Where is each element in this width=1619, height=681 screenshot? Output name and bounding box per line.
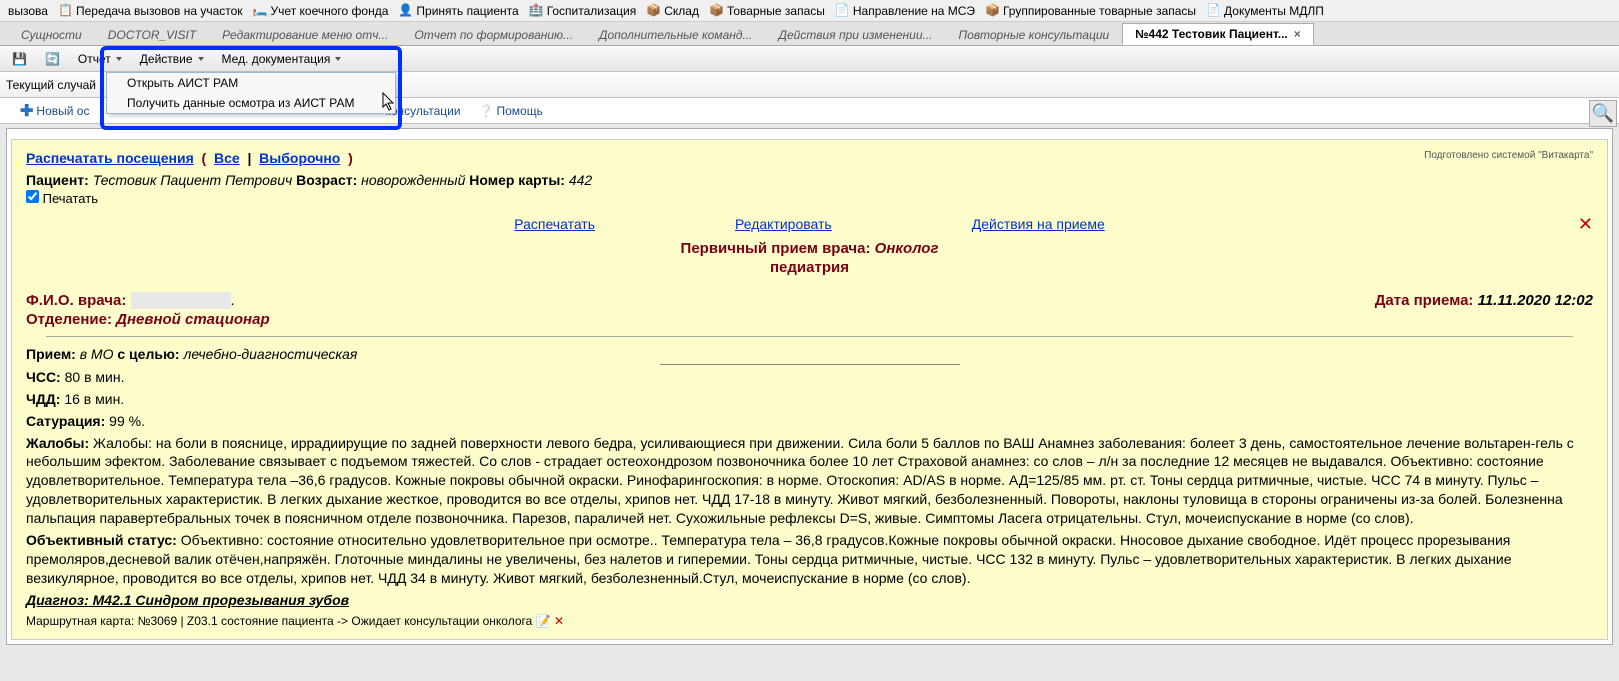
action-dropdown-panel: Открыть АИСТ РАМ Получить данные осмотра… xyxy=(106,72,396,114)
visit-body: Прием: в МО с целью: лечебно-диагностиче… xyxy=(26,345,1593,629)
top-toolbar: вызова 📋Передача вызовов на участок 🛏️Уч… xyxy=(0,0,1619,22)
print-checkbox[interactable] xyxy=(26,190,39,203)
document-area: Подготовлено системой "Витакарта" Распеч… xyxy=(6,128,1613,645)
menu-call[interactable]: вызова xyxy=(4,3,52,19)
selective-link[interactable]: Выборочно xyxy=(259,150,340,166)
menu-accept-patient[interactable]: 👤Принять пациента xyxy=(394,2,522,20)
edit-link[interactable]: Редактировать xyxy=(735,216,832,232)
menu-store[interactable]: 📦Склад xyxy=(642,2,703,20)
plus-icon: ✚ xyxy=(20,101,33,121)
menu-hospitalization[interactable]: 🏥Госпитализация xyxy=(525,2,641,20)
current-case-label: Текущий случай xyxy=(6,78,96,92)
doc-subtitle: педиатрия xyxy=(26,259,1593,276)
print-visits-link[interactable]: Распечатать посещения xyxy=(26,150,194,166)
print-link[interactable]: Распечатать xyxy=(514,216,595,232)
help-icon: ❔ xyxy=(479,104,494,118)
dept-row: Отделение: Дневной стационар xyxy=(26,311,1593,328)
dropdown-open-aist[interactable]: Открыть АИСТ РАМ xyxy=(107,73,395,93)
document-content: Подготовлено системой "Витакарта" Распеч… xyxy=(11,139,1608,640)
route-edit-icon[interactable]: 📝 xyxy=(536,614,551,628)
doc-title: Первичный прием врача: Онколог xyxy=(26,240,1593,257)
tab-doctor-visit[interactable]: DOCTOR_VISIT xyxy=(95,24,209,45)
top-links: Распечатать посещения ( Все | Выборочно … xyxy=(26,150,1593,166)
route-delete-icon[interactable]: ✕ xyxy=(554,614,564,628)
all-link[interactable]: Все xyxy=(214,150,240,166)
patient-line: Пациент: Тестовик Пациент Петрович Возра… xyxy=(26,172,1593,188)
tab-onchange[interactable]: Действия при изменении... xyxy=(766,24,946,45)
tab-close-icon[interactable]: × xyxy=(1294,27,1301,41)
menu-mdlp[interactable]: 📄Документы МДЛП xyxy=(1202,2,1328,20)
zoom-icon[interactable]: 🔍 xyxy=(1592,103,1614,124)
tab-report[interactable]: Отчет по формированию... xyxy=(401,24,586,45)
mid-actions: Распечатать Редактировать Действия на пр… xyxy=(26,216,1593,232)
menu-beds[interactable]: 🛏️Учет коечного фонда xyxy=(249,2,393,20)
tab-extra-cmd[interactable]: Дополнительные команд... xyxy=(586,24,765,45)
close-icon[interactable]: ✕ xyxy=(1578,214,1593,235)
help-link[interactable]: ❔Помощь xyxy=(479,104,543,118)
print-checkbox-label[interactable]: Печатать xyxy=(26,191,98,206)
tab-edit-menu[interactable]: Редактирование меню отч... xyxy=(209,24,401,45)
tab-entities[interactable]: Сущности xyxy=(8,24,95,45)
right-tools: 🔍 xyxy=(1589,100,1617,127)
menu-transfer[interactable]: 📋Передача вызовов на участок xyxy=(54,2,247,20)
tab-repeat-consult[interactable]: Повторные консультации xyxy=(946,24,1123,45)
doctor-row: Ф.И.О. врача: . Дата приема: 11.11.2020 … xyxy=(26,292,1593,309)
menu-mse[interactable]: 📄Направление на МСЭ xyxy=(831,2,979,20)
watermark: Подготовлено системой "Витакарта" xyxy=(1424,150,1593,161)
menu-grouped-stock[interactable]: 📦Группированные товарные запасы xyxy=(981,2,1200,20)
dropdown-get-aist-data[interactable]: Получить данные осмотра из АИСТ РАМ xyxy=(107,93,395,113)
refresh-icon[interactable]: 🔄 xyxy=(39,50,66,68)
consult-link[interactable]: консультации xyxy=(385,104,460,118)
meddoc-dropdown[interactable]: Мед. документация xyxy=(216,50,348,68)
report-dropdown[interactable]: Отчет xyxy=(72,50,128,68)
actions-on-visit-link[interactable]: Действия на приеме xyxy=(972,216,1105,232)
save-icon[interactable]: 💾 xyxy=(6,50,33,68)
tabs-bar: Сущности DOCTOR_VISIT Редактирование мен… xyxy=(0,22,1619,46)
tab-patient-442[interactable]: №442 Тестовик Пациент...× xyxy=(1122,23,1314,45)
action-dropdown[interactable]: Действие xyxy=(134,50,210,68)
action-bar: 💾 🔄 Отчет Действие Мед. документация xyxy=(0,46,1619,72)
menu-stock[interactable]: 📦Товарные запасы xyxy=(705,2,829,20)
new-exam-link[interactable]: ✚Новый ос xyxy=(20,101,89,121)
